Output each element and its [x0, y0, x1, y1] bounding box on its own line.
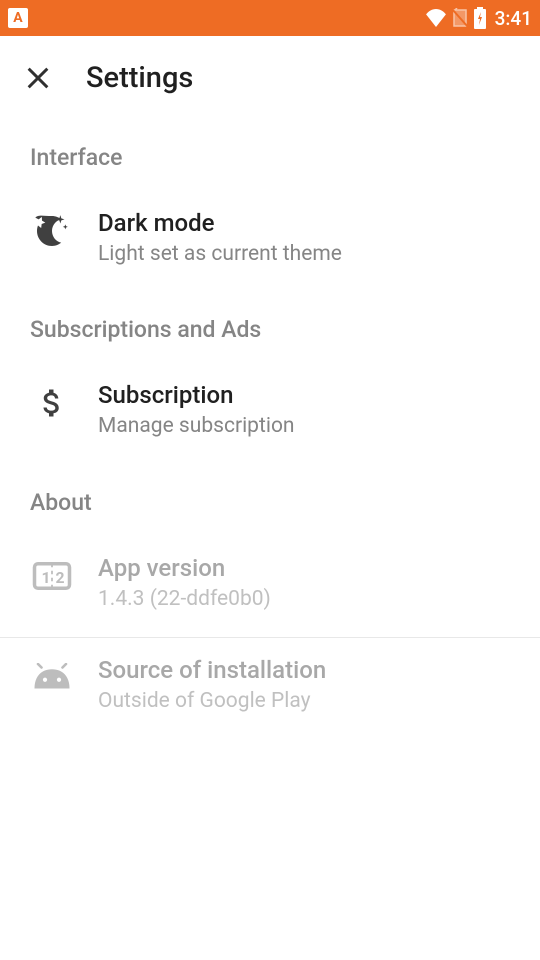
setting-title: Source of installation [98, 656, 510, 684]
setting-app-version: 1 2 App version 1.4.3 (22-ddfe0b0) [30, 536, 510, 637]
setting-title: Subscription [98, 381, 510, 409]
setting-dark-mode[interactable]: Dark mode Light set as current theme [30, 191, 510, 292]
wifi-icon [425, 9, 447, 27]
setting-title: App version [98, 554, 510, 582]
setting-subtitle: Light set as current theme [98, 241, 510, 268]
page-title: Settings [86, 61, 193, 95]
status-time: 3:41 [495, 7, 532, 30]
setting-text: App version 1.4.3 (22-ddfe0b0) [98, 554, 510, 613]
section-header-subscriptions: Subscriptions and Ads [30, 292, 510, 363]
status-bar: A 3:41 [0, 0, 540, 36]
no-sim-icon [451, 8, 469, 28]
status-left: A [8, 8, 28, 28]
close-button[interactable] [20, 60, 56, 96]
version-icon: 1 2 [30, 554, 74, 598]
setting-title: Dark mode [98, 209, 510, 237]
setting-install-source: Source of installation Outside of Google… [30, 638, 510, 739]
status-right: 3:41 [425, 7, 532, 30]
battery-charging-icon [473, 7, 487, 29]
app-indicator-icon: A [8, 8, 28, 28]
setting-subscription[interactable]: Subscription Manage subscription [30, 363, 510, 464]
android-icon [30, 656, 74, 700]
setting-subtitle: Manage subscription [98, 413, 510, 440]
app-bar: Settings [0, 36, 540, 120]
setting-text: Dark mode Light set as current theme [98, 209, 510, 268]
section-header-interface: Interface [30, 120, 510, 191]
dollar-icon [30, 381, 74, 425]
setting-text: Subscription Manage subscription [98, 381, 510, 440]
setting-text: Source of installation Outside of Google… [98, 656, 510, 715]
settings-content: Interface Dark mode Light set as current… [0, 120, 540, 739]
svg-text:1: 1 [42, 568, 51, 587]
section-header-about: About [30, 465, 510, 536]
svg-text:2: 2 [56, 568, 65, 587]
close-icon [24, 64, 52, 92]
setting-subtitle: Outside of Google Play [98, 688, 510, 715]
moon-icon [30, 209, 74, 253]
setting-subtitle: 1.4.3 (22-ddfe0b0) [98, 586, 510, 613]
